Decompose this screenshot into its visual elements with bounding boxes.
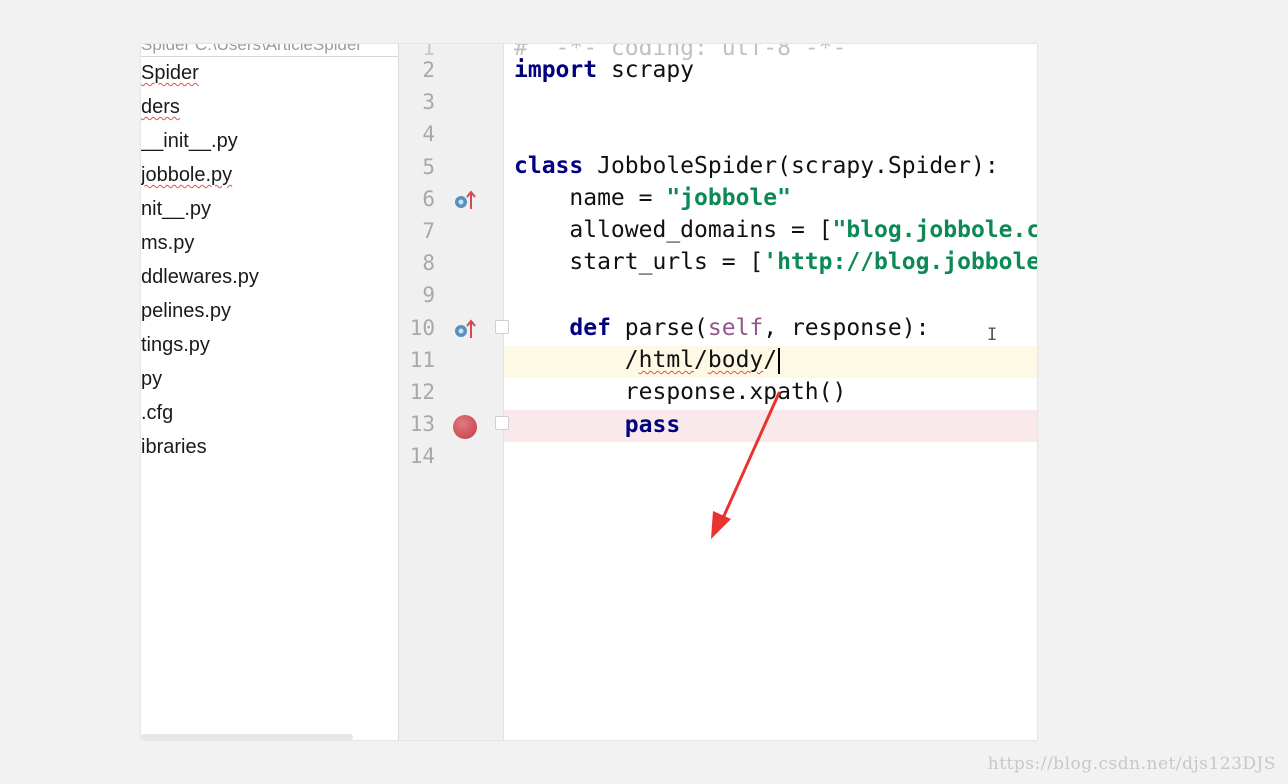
code-text: response.xpath() <box>514 379 847 405</box>
code-line-8[interactable]: start_urls = ['http://blog.jobbole.com/' <box>514 246 1037 278</box>
watermark: https://blog.csdn.net/djs123DJS <box>987 754 1276 774</box>
text-caret <box>778 347 781 374</box>
fold-marker-icon[interactable] <box>495 320 509 334</box>
self-param: self <box>707 315 764 341</box>
overrides-method-icon[interactable] <box>453 189 477 211</box>
tree-item-label: jobbole.py <box>141 164 233 186</box>
line-number: 5 <box>422 154 435 179</box>
line-number: 7 <box>422 219 435 243</box>
code-text: body <box>707 347 764 373</box>
tree-item-label: ibraries <box>141 436 207 458</box>
code-text: , response): <box>763 315 930 341</box>
overrides-method-icon[interactable] <box>453 318 477 340</box>
code-line-6[interactable]: name = "jobbole" <box>514 182 791 214</box>
tree-item[interactable]: .cfg <box>141 396 173 430</box>
keyword: import <box>514 57 598 83</box>
code-line-12[interactable]: response.xpath() <box>514 376 847 408</box>
tree-item-label: ders <box>141 96 180 118</box>
tree-item[interactable]: ms.py <box>141 226 194 260</box>
line-number: 2 <box>422 58 435 82</box>
code-text: parse( <box>610 315 708 341</box>
code-text: allowed_domains = [ <box>514 217 833 243</box>
code-text: / <box>514 347 639 373</box>
tree-item-label: Spider <box>141 62 199 84</box>
code-line-11[interactable]: /html/body/ <box>514 344 781 376</box>
string-literal: 'http://blog.jobbole.com/' <box>763 249 1037 275</box>
keyword: pass <box>624 412 681 438</box>
line-number: 9 <box>422 283 435 308</box>
code-text: name = <box>514 185 667 211</box>
line-number: 6 <box>422 186 435 211</box>
tree-item-label: ddlewares.py <box>141 266 259 288</box>
line-number: 4 <box>422 122 435 147</box>
line-number: 14 <box>409 444 435 469</box>
code-line-5[interactable]: class JobboleSpider(scrapy.Spider): <box>514 150 999 182</box>
tree-item-label: py <box>141 368 163 390</box>
line-number: 8 <box>422 251 435 276</box>
tree-item[interactable]: ders <box>141 90 180 124</box>
code-text: / <box>763 347 778 373</box>
tree-item-label: ms.py <box>141 232 195 254</box>
code-text: / <box>694 347 708 373</box>
mouse-ibeam-cursor-icon: I <box>987 325 998 345</box>
tree-item[interactable]: ddlewares.py <box>141 260 259 294</box>
fold-marker-icon[interactable] <box>495 416 509 430</box>
tree-item[interactable]: Spider <box>141 56 199 90</box>
tree-item[interactable]: py <box>141 362 162 396</box>
tree-item[interactable]: tings.py <box>141 328 210 362</box>
tree-item-label: nit__.py <box>141 198 212 220</box>
ide-content: Spider ders __init__.py jobbole.py nit__.pym… <box>141 44 1037 740</box>
code-line-13[interactable]: pass <box>514 409 680 441</box>
keyword: def <box>569 315 611 341</box>
tree-item-label: __init__.py <box>141 130 238 152</box>
code-line-10[interactable]: def parse(self, response): <box>514 312 929 344</box>
code-text: JobboleSpider(scrapy.Spider): <box>583 153 999 179</box>
tree-item-label: .cfg <box>141 402 174 424</box>
tree-item[interactable]: ibraries <box>141 430 207 464</box>
breakpoint-icon[interactable] <box>453 415 477 439</box>
tree-item-label: pelines.py <box>141 300 232 322</box>
code-text: html <box>638 347 695 373</box>
string-literal: "blog.jobbole.com"] <box>832 217 1038 243</box>
tree-item[interactable]: nit__.py <box>141 192 211 226</box>
line-number: 3 <box>422 90 435 115</box>
keyword: class <box>514 153 584 179</box>
line-number: 11 <box>409 347 435 372</box>
line-number: 12 <box>409 380 435 404</box>
tree-item-label: tings.py <box>141 334 210 356</box>
line-number: 10 <box>409 315 435 340</box>
tree-item[interactable]: pelines.py <box>141 294 231 328</box>
code-line-2[interactable]: import scrapy <box>514 54 694 86</box>
tree-item[interactable]: __init__.py <box>141 124 238 158</box>
tree-scrollbar[interactable] <box>141 734 353 740</box>
code-line-7[interactable]: allowed_domains = ["blog.jobbole.com"] <box>514 214 1037 246</box>
tree-item[interactable]: jobbole.py <box>141 158 232 192</box>
code-text: scrapy <box>597 57 695 83</box>
string-literal: "jobbole" <box>666 185 791 211</box>
code-text: start_urls = [ <box>514 249 764 275</box>
line-number: 13 <box>409 412 435 437</box>
